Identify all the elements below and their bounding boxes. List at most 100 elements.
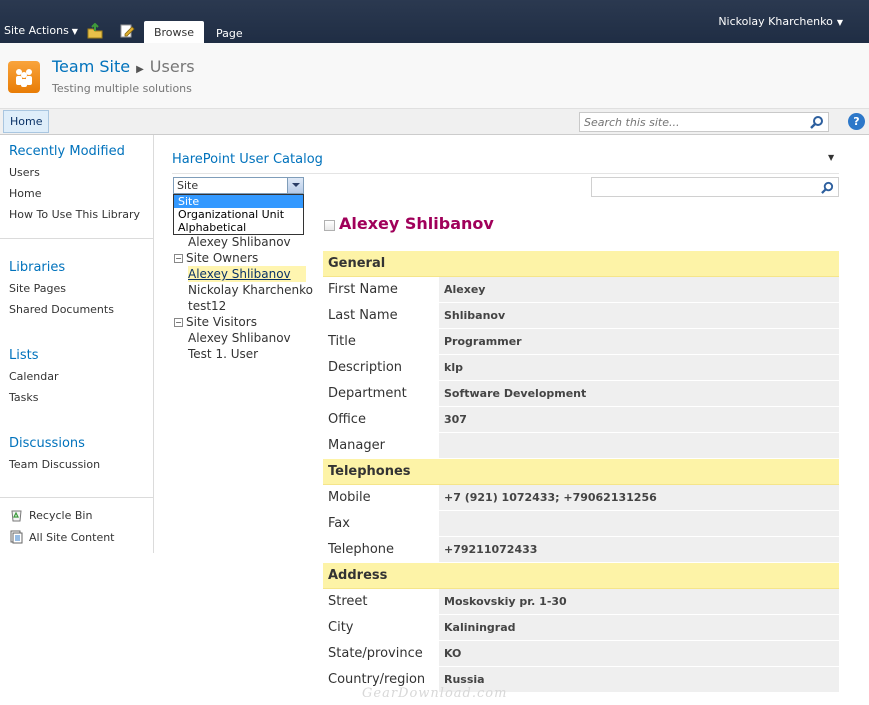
table-row: Title Programmer [323, 329, 839, 355]
tree-member[interactable]: Alexey Shlibanov [188, 330, 291, 346]
nav-group-discussions: Discussions Team Discussion [9, 436, 100, 471]
edit-page-icon[interactable] [119, 23, 135, 39]
nav-item-calendar[interactable]: Calendar [9, 370, 58, 383]
recycle-bin-label: Recycle Bin [29, 508, 93, 522]
tree-group-label[interactable]: Site Owners [186, 251, 258, 265]
watermark: GearDownload.com [362, 686, 508, 701]
page-title: Users [149, 57, 195, 76]
people-icon [16, 69, 32, 87]
user-search[interactable] [591, 177, 839, 197]
field-value: 307 [439, 407, 839, 432]
table-row: Telephone +79211072433 [323, 537, 839, 563]
field-label: Mobile [323, 485, 439, 510]
tree-group-label[interactable]: Site Visitors [186, 315, 257, 329]
nav-item-shared-documents[interactable]: Shared Documents [9, 303, 114, 316]
profile-details: General First Name Alexey Last Name Shliba… [323, 251, 839, 693]
site-actions-menu[interactable]: Site Actions ▼ [4, 24, 78, 37]
nav-heading-recently-modified[interactable]: Recently Modified [9, 144, 140, 159]
field-value: +7 (921) 1072433; +79062131256 [439, 485, 839, 510]
option-alphabetical[interactable]: Alphabetical [174, 221, 303, 234]
nav-heading-discussions[interactable]: Discussions [9, 436, 100, 451]
presence-checkbox[interactable] [324, 220, 335, 231]
divider [172, 173, 839, 174]
nav-group-lists: Lists Calendar Tasks [9, 348, 58, 404]
field-label: Department [323, 381, 439, 406]
site-content-icon [10, 530, 23, 544]
nav-item-site-pages[interactable]: Site Pages [9, 282, 114, 295]
recycle-bin-icon [11, 510, 22, 522]
dropdown-arrow-icon[interactable] [287, 178, 303, 193]
field-label: Description [323, 355, 439, 380]
nav-item-users[interactable]: Users [9, 166, 140, 179]
user-menu[interactable]: Nickolay Kharchenko ▼ [718, 15, 843, 28]
collapse-icon[interactable]: − [174, 254, 183, 263]
tree-member[interactable]: test12 [188, 298, 226, 314]
nav-item-how-to-use[interactable]: How To Use This Library [9, 208, 140, 221]
nav-heading-libraries[interactable]: Libraries [9, 260, 114, 275]
field-label: Manager [323, 433, 439, 458]
tab-browse[interactable]: Browse [144, 21, 204, 43]
collapse-icon[interactable]: − [174, 318, 183, 327]
all-site-content-link[interactable]: All Site Content [10, 530, 115, 544]
field-label: Street [323, 589, 439, 614]
field-value: +79211072433 [439, 537, 839, 562]
chevron-down-icon: ▼ [836, 18, 843, 27]
tree-member[interactable]: Test 1. User [188, 346, 258, 362]
site-logo[interactable] [8, 61, 40, 93]
option-organizational-unit[interactable]: Organizational Unit [174, 208, 303, 221]
table-row: Street Moskovskiy pr. 1-30 [323, 589, 839, 615]
section-general: General [323, 251, 839, 277]
table-row: Department Software Development [323, 381, 839, 407]
navigate-up-icon[interactable] [87, 23, 103, 39]
field-value: Alexey [439, 277, 839, 302]
tree-member[interactable]: Alexey Shlibanov [188, 234, 291, 250]
field-value: Kaliningrad [439, 615, 839, 640]
site-search [579, 112, 829, 132]
search-icon[interactable] [821, 181, 834, 194]
table-row: City Kaliningrad [323, 615, 839, 641]
table-row: Fax [323, 511, 839, 537]
divider [0, 497, 153, 498]
field-value: Shlibanov [439, 303, 839, 328]
search-icon[interactable] [810, 115, 824, 129]
user-name: Nickolay Kharchenko [718, 15, 833, 28]
tree-member-selected[interactable]: Alexey Shlibanov [188, 266, 306, 282]
chevron-down-icon: ▼ [71, 27, 78, 36]
webpart-menu-icon[interactable]: ▼ [828, 153, 834, 162]
field-label: Last Name [323, 303, 439, 328]
field-label: Title [323, 329, 439, 354]
table-row: Description klp [323, 355, 839, 381]
breadcrumb-arrow-icon: ▶ [136, 64, 144, 75]
field-value: Moskovskiy pr. 1-30 [439, 589, 839, 614]
webpart-title[interactable]: HarePoint User Catalog [172, 152, 323, 167]
table-row: Manager [323, 433, 839, 459]
recycle-bin-link[interactable]: Recycle Bin [10, 508, 92, 522]
nav-heading-lists[interactable]: Lists [9, 348, 58, 363]
tree-member[interactable]: Nickolay Kharchenko [188, 282, 313, 298]
nav-group-recently-modified: Recently Modified Users Home How To Use … [9, 144, 140, 221]
nav-item-home[interactable]: Home [9, 187, 140, 200]
group-by-options: Site Organizational Unit Alphabetical [173, 194, 304, 235]
nav-item-tasks[interactable]: Tasks [9, 391, 58, 404]
field-value: klp [439, 355, 839, 380]
table-row: State/province KO [323, 641, 839, 667]
site-actions-label: Site Actions [4, 24, 69, 37]
group-by-value: Site [177, 179, 199, 192]
site-search-input[interactable] [580, 113, 806, 131]
section-telephones: Telephones [323, 459, 839, 485]
site-description: Testing multiple solutions [52, 82, 192, 95]
nav-item-team-discussion[interactable]: Team Discussion [9, 458, 100, 471]
title-row: Team Site ▶ Users Testing multiple solutio… [0, 43, 869, 109]
group-by-select[interactable]: Site [173, 177, 304, 194]
table-row: Office 307 [323, 407, 839, 433]
site-title-link[interactable]: Team Site [52, 57, 130, 76]
table-row: First Name Alexey [323, 277, 839, 303]
table-row: Last Name Shlibanov [323, 303, 839, 329]
nav-home[interactable]: Home [3, 110, 50, 133]
option-site[interactable]: Site [174, 195, 303, 208]
tab-page[interactable]: Page [216, 27, 243, 40]
all-site-content-label: All Site Content [29, 530, 115, 544]
field-label: State/province [323, 641, 439, 666]
help-icon[interactable]: ? [848, 113, 865, 130]
nav-group-libraries: Libraries Site Pages Shared Documents [9, 260, 114, 316]
